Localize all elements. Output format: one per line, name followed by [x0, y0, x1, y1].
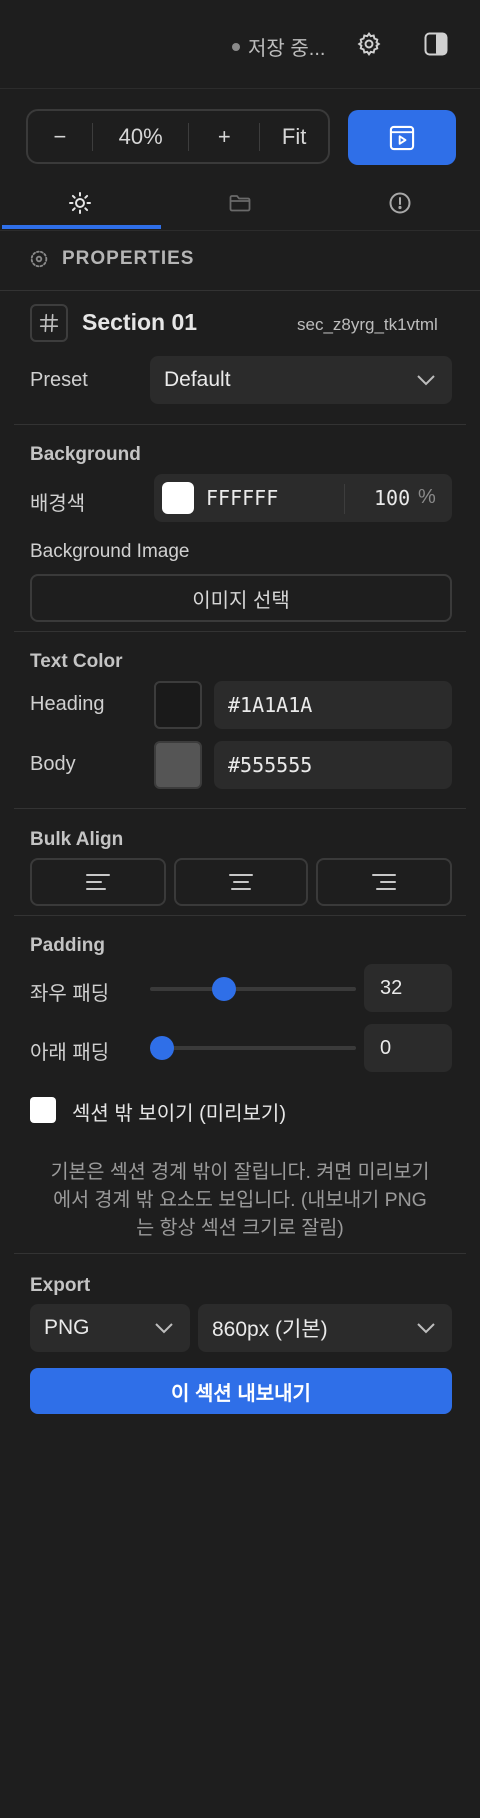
select-image-button[interactable]: 이미지 선택	[30, 574, 452, 622]
save-status: 저장 중...	[232, 32, 325, 61]
folder-icon	[229, 195, 251, 212]
sun-settings-icon	[69, 192, 91, 214]
tab-issues[interactable]	[320, 176, 480, 230]
bg-color-label: 배경색	[30, 493, 86, 515]
gear-icon[interactable]	[356, 31, 382, 57]
tab-properties[interactable]	[0, 176, 160, 230]
bulk-align-title: Bulk Align	[30, 829, 124, 850]
divider	[344, 484, 345, 514]
bottom-padding-input[interactable]: 0	[364, 1024, 452, 1072]
panel-tabs	[0, 176, 480, 231]
align-center-icon	[229, 874, 253, 890]
bottom-padding-slider[interactable]	[150, 1036, 174, 1060]
divider	[0, 290, 480, 291]
align-right-icon	[372, 874, 396, 890]
chevron-down-icon	[417, 375, 435, 386]
body-color-field[interactable]: #555555	[214, 741, 452, 789]
bg-color-swatch[interactable]	[162, 482, 194, 514]
properties-title: PROPERTIES	[62, 248, 195, 269]
show-overflow-label: 섹션 밖 보이기 (미리보기)	[72, 1103, 286, 1125]
section-id: sec_z8yrg_tk1vtml	[297, 315, 438, 334]
bottom-padding-label: 아래 패딩	[30, 1042, 110, 1064]
divider	[14, 808, 466, 809]
status-dot	[232, 42, 240, 51]
horizontal-padding-value[interactable]: 32	[380, 977, 402, 1000]
tab-files[interactable]	[160, 176, 320, 230]
section-name: Section 01	[82, 309, 198, 335]
show-overflow-checkbox[interactable]	[30, 1097, 56, 1123]
zoom-level: 40%	[118, 123, 163, 149]
text-color-title: Text Color	[30, 651, 123, 672]
bottom-padding-value[interactable]: 0	[380, 1037, 391, 1060]
zoom-in-button[interactable]: +	[189, 111, 259, 162]
heading-color-hex[interactable]: #1A1A1A	[228, 693, 312, 717]
align-left-icon	[86, 874, 110, 890]
zoom-out-button[interactable]: −	[28, 111, 92, 162]
heading-color-field[interactable]: #1A1A1A	[214, 681, 452, 729]
align-left-button[interactable]	[30, 858, 166, 906]
divider	[14, 631, 466, 632]
sun-settings-icon	[30, 250, 48, 268]
bg-image-label: Background Image	[30, 541, 190, 562]
background-title: Background	[30, 444, 141, 465]
body-color-hex[interactable]: #555555	[228, 753, 312, 777]
divider	[14, 424, 466, 425]
align-center-button[interactable]	[174, 858, 308, 906]
divider	[14, 1253, 466, 1254]
zoom-controls: − 40% + Fit	[26, 109, 330, 164]
horizontal-padding-input[interactable]: 32	[364, 964, 452, 1012]
preset-value: Default	[164, 368, 231, 391]
alert-circle-icon	[389, 192, 411, 214]
preset-select[interactable]: Default	[150, 356, 452, 404]
zoom-fit-button[interactable]: Fit	[260, 111, 328, 162]
active-tab-indicator	[2, 225, 161, 229]
horizontal-padding-slider[interactable]	[211, 977, 236, 1001]
top-bar: 저장 중...	[0, 0, 480, 89]
export-title: Export	[30, 1275, 91, 1296]
chevron-down-icon	[417, 1323, 435, 1334]
bg-color-field[interactable]: FFFFFF 100 %	[154, 474, 452, 522]
preset-label: Preset	[30, 369, 88, 391]
divider	[14, 915, 466, 916]
export-size-select[interactable]: 860px (기본)	[198, 1304, 452, 1352]
align-right-button[interactable]	[316, 858, 452, 906]
horizontal-padding-track[interactable]	[150, 987, 356, 991]
horizontal-padding-label: 좌우 패딩	[30, 983, 110, 1005]
export-size-value: 860px (기본)	[212, 1318, 328, 1341]
body-color-label: Body	[30, 753, 76, 775]
bg-opacity-unit: %	[418, 486, 436, 508]
bg-color-hex[interactable]: FFFFFF	[206, 486, 278, 510]
export-section-button[interactable]: 이 섹션 내보내기	[30, 1368, 452, 1414]
export-format-select[interactable]: PNG	[30, 1304, 190, 1352]
chevron-down-icon	[155, 1323, 173, 1334]
panel-toggle-icon[interactable]	[424, 32, 448, 56]
heading-color-label: Heading	[30, 693, 105, 715]
heading-color-swatch[interactable]	[154, 681, 202, 729]
play-preview-icon	[389, 125, 415, 150]
preview-button[interactable]	[348, 110, 456, 165]
padding-title: Padding	[30, 935, 105, 956]
export-format-value: PNG	[44, 1316, 90, 1339]
body-color-swatch[interactable]	[154, 741, 202, 789]
bottom-padding-track[interactable]	[150, 1046, 356, 1050]
overflow-note: 기본은 섹션 경계 밖이 잘립니다. 켜면 미리보기에서 경계 밖 요소도 보입…	[50, 1161, 430, 1239]
section-hash-icon	[30, 304, 68, 342]
bg-opacity-value[interactable]: 100	[374, 486, 410, 510]
save-status-text: 저장 중...	[248, 38, 326, 60]
properties-header: PROPERTIES	[28, 248, 194, 270]
